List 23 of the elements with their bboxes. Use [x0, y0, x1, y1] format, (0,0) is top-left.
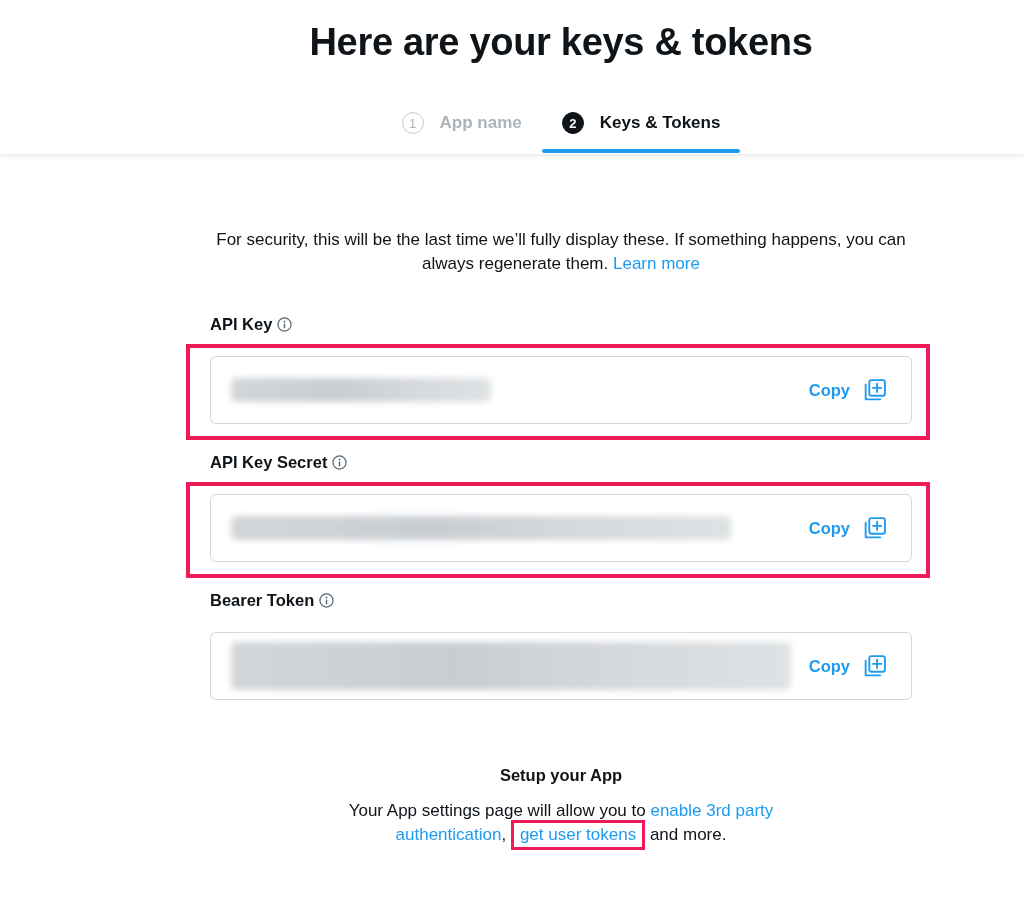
copy-button[interactable]: Copy [808, 377, 887, 403]
step-tab[interactable]: 2 Keys & Tokens [541, 97, 741, 149]
info-icon[interactable] [277, 316, 293, 332]
section-heading: Setup your App [499, 765, 623, 785]
security-notice: For security, this will be the last time we’ll fully display these. If something happens, you can always regenerate them. Learn more [215, 229, 907, 275]
copy-button[interactable]: Copy [808, 515, 887, 541]
step-tab[interactable]: 1 App name [381, 97, 542, 149]
copy-button[interactable]: Copy [808, 653, 887, 679]
copy-icon [862, 377, 887, 403]
info-icon[interactable] [332, 454, 348, 470]
copy-icon [862, 515, 887, 541]
info-icon[interactable] [319, 592, 335, 608]
step-number: 2 [561, 112, 584, 134]
page-title: Here are your keys & tokens [309, 20, 813, 64]
field-label: API Key Secret [210, 452, 328, 472]
text-link[interactable]: enable 3rd party [650, 801, 774, 820]
setup-description: Your App settings page will allow you to enable 3rd party authentication, get user tokens and more. [336, 799, 786, 847]
field-label: Bearer Token [210, 590, 315, 610]
text-link[interactable]: get user tokens [519, 825, 637, 844]
text-link[interactable]: authentication [395, 825, 502, 844]
field-label: API Key [210, 314, 273, 334]
copy-icon [862, 653, 887, 679]
learn-more-link[interactable]: Learn more [612, 254, 700, 273]
